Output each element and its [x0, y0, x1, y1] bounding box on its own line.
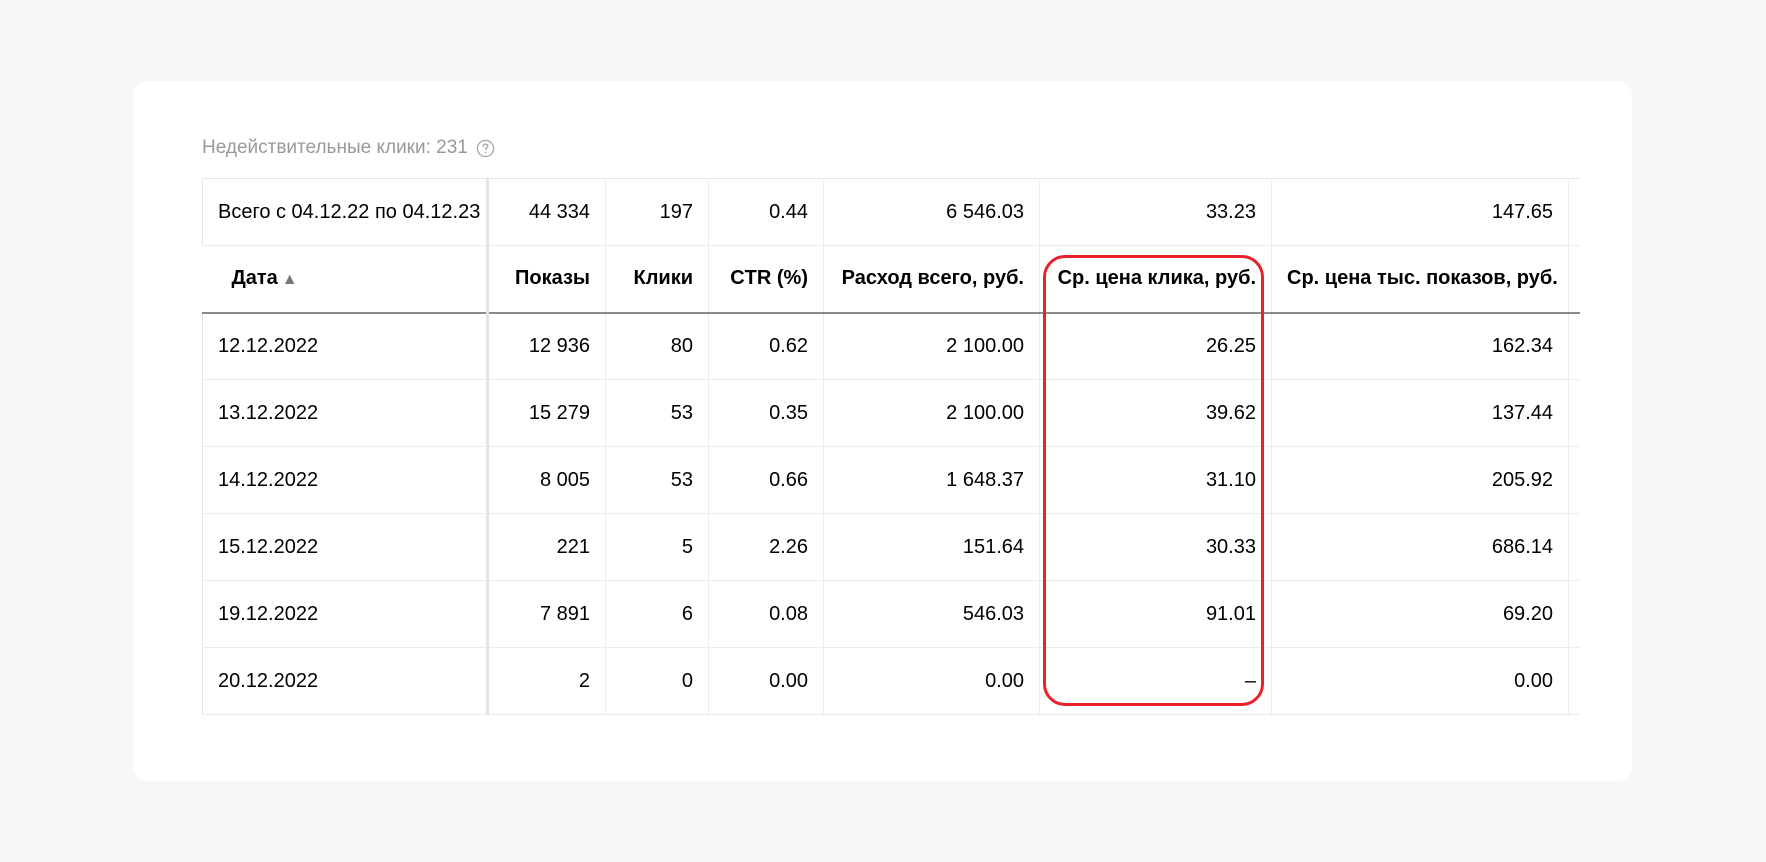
cell-cpm: 205.92 — [1271, 446, 1569, 514]
invalid-clicks-info: Недействительные клики: 231 — [202, 136, 495, 160]
cell-ctr: 0.66 — [708, 446, 824, 514]
table-row: 15.12.2022 221 5 2.26 151.64 30.33 686.14 — [202, 513, 1580, 581]
column-header-cpm[interactable]: Ср. цена тыс. показов, руб. — [1271, 245, 1569, 314]
cell-ctr: 0.08 — [708, 580, 824, 648]
column-header-date-label: Дата — [231, 267, 278, 290]
cell-shows: 2 — [487, 647, 606, 715]
table-edge-cell — [1568, 513, 1580, 581]
cell-cpm: 137.44 — [1271, 379, 1569, 447]
cell-date: 20.12.2022 — [202, 647, 489, 715]
total-shows: 44 334 — [487, 178, 606, 246]
cell-ctr: 0.35 — [708, 379, 824, 447]
sort-ascending-icon[interactable]: ▲ — [282, 271, 298, 288]
cell-date: 15.12.2022 — [202, 513, 489, 581]
table-edge-cell — [1568, 446, 1580, 514]
total-spend: 6 546.03 — [823, 178, 1040, 246]
cell-shows: 7 891 — [487, 580, 606, 648]
cell-spend: 546.03 — [823, 580, 1040, 648]
column-header-spend[interactable]: Расход всего, руб. — [823, 245, 1040, 314]
table-row: 14.12.2022 8 005 53 0.66 1 648.37 31.10 205.92 — [202, 446, 1580, 514]
total-cpc: 33.23 — [1039, 178, 1272, 246]
cell-date: 14.12.2022 — [202, 446, 489, 514]
total-label: Всего с 04.12.22 по 04.12.23 — [202, 178, 489, 246]
cell-clicks: 80 — [605, 312, 709, 380]
cell-ctr: 2.26 — [708, 513, 824, 581]
cell-spend: 1 648.37 — [823, 446, 1040, 514]
cell-clicks: 5 — [605, 513, 709, 581]
table-row: 12.12.2022 12 936 80 0.62 2 100.00 26.25 162.3… — [202, 312, 1580, 380]
cell-cpm: 686.14 — [1271, 513, 1569, 581]
cell-cpc: 30.33 — [1039, 513, 1272, 581]
column-header-shows[interactable]: Показы — [487, 245, 606, 314]
cell-clicks: 0 — [605, 647, 709, 715]
column-header-clicks[interactable]: Клики — [605, 245, 709, 314]
cell-cpc: – — [1039, 647, 1272, 715]
cell-spend: 151.64 — [823, 513, 1040, 581]
cell-cpc: 26.25 — [1039, 312, 1272, 380]
cell-date: 12.12.2022 — [202, 312, 489, 380]
table-edge-cell — [1568, 245, 1580, 314]
cell-cpm: 0.00 — [1271, 647, 1569, 715]
table-edge-cell — [1568, 580, 1580, 648]
cell-clicks: 53 — [605, 446, 709, 514]
total-clicks: 197 — [605, 178, 709, 246]
table-edge-cell — [1568, 312, 1580, 380]
cell-clicks: 53 — [605, 379, 709, 447]
table-edge-cell — [1568, 178, 1580, 246]
cell-ctr: 0.62 — [708, 312, 824, 380]
cell-shows: 8 005 — [487, 446, 606, 514]
cell-shows: 221 — [487, 513, 606, 581]
cell-spend: 0.00 — [823, 647, 1040, 715]
total-row: Всего с 04.12.22 по 04.12.23 44 334 197 … — [202, 178, 1580, 246]
cell-shows: 12 936 — [487, 312, 606, 380]
cell-cpm: 162.34 — [1271, 312, 1569, 380]
question-circle-icon[interactable] — [476, 139, 495, 158]
table-row: 19.12.2022 7 891 6 0.08 546.03 91.01 69.20 — [202, 580, 1580, 648]
cell-cpc: 39.62 — [1039, 379, 1272, 447]
cell-date: 19.12.2022 — [202, 580, 489, 648]
cell-ctr: 0.00 — [708, 647, 824, 715]
cell-spend: 2 100.00 — [823, 312, 1040, 380]
column-header-cpc[interactable]: Ср. цена клика, руб. — [1039, 245, 1272, 314]
cell-cpm: 69.20 — [1271, 580, 1569, 648]
table-row: 13.12.2022 15 279 53 0.35 2 100.00 39.62 137.4… — [202, 379, 1580, 447]
header-row: Дата ▲ Показы Клики CTR (%) Расход всего,… — [202, 245, 1580, 314]
table-edge-cell — [1568, 647, 1580, 715]
cell-spend: 2 100.00 — [823, 379, 1040, 447]
total-cpm: 147.65 — [1271, 178, 1569, 246]
table-edge-cell — [1568, 379, 1580, 447]
column-header-date[interactable]: Дата ▲ — [202, 245, 489, 314]
cell-date: 13.12.2022 — [202, 379, 489, 447]
invalid-clicks-label: Недействительные клики: 231 — [202, 137, 468, 158]
stats-table: Всего с 04.12.22 по 04.12.23 44 334 197 … — [202, 178, 1580, 715]
stats-table-wrapper: Всего с 04.12.22 по 04.12.23 44 334 197 … — [202, 178, 1580, 720]
cell-shows: 15 279 — [487, 379, 606, 447]
cell-cpc: 31.10 — [1039, 446, 1272, 514]
cell-clicks: 6 — [605, 580, 709, 648]
table-row: 20.12.2022 2 0 0.00 0.00–0.00 — [202, 647, 1580, 715]
column-header-ctr[interactable]: CTR (%) — [708, 245, 824, 314]
cell-cpc: 91.01 — [1039, 580, 1272, 648]
total-ctr: 0.44 — [708, 178, 824, 246]
